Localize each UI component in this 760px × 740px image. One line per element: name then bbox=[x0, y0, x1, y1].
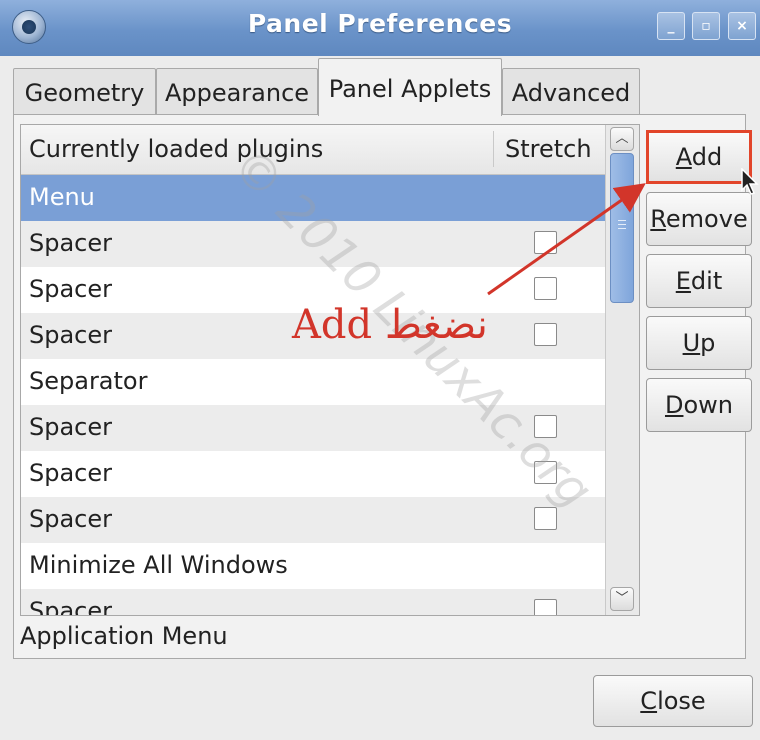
panel-preferences-window: Panel Preferences _ ▫ × Geometry Appeara… bbox=[0, 0, 760, 740]
mouse-cursor-icon bbox=[741, 168, 759, 195]
annotation-label: Add نضغط bbox=[292, 302, 488, 348]
annotation-arrow-icon bbox=[487, 183, 646, 296]
